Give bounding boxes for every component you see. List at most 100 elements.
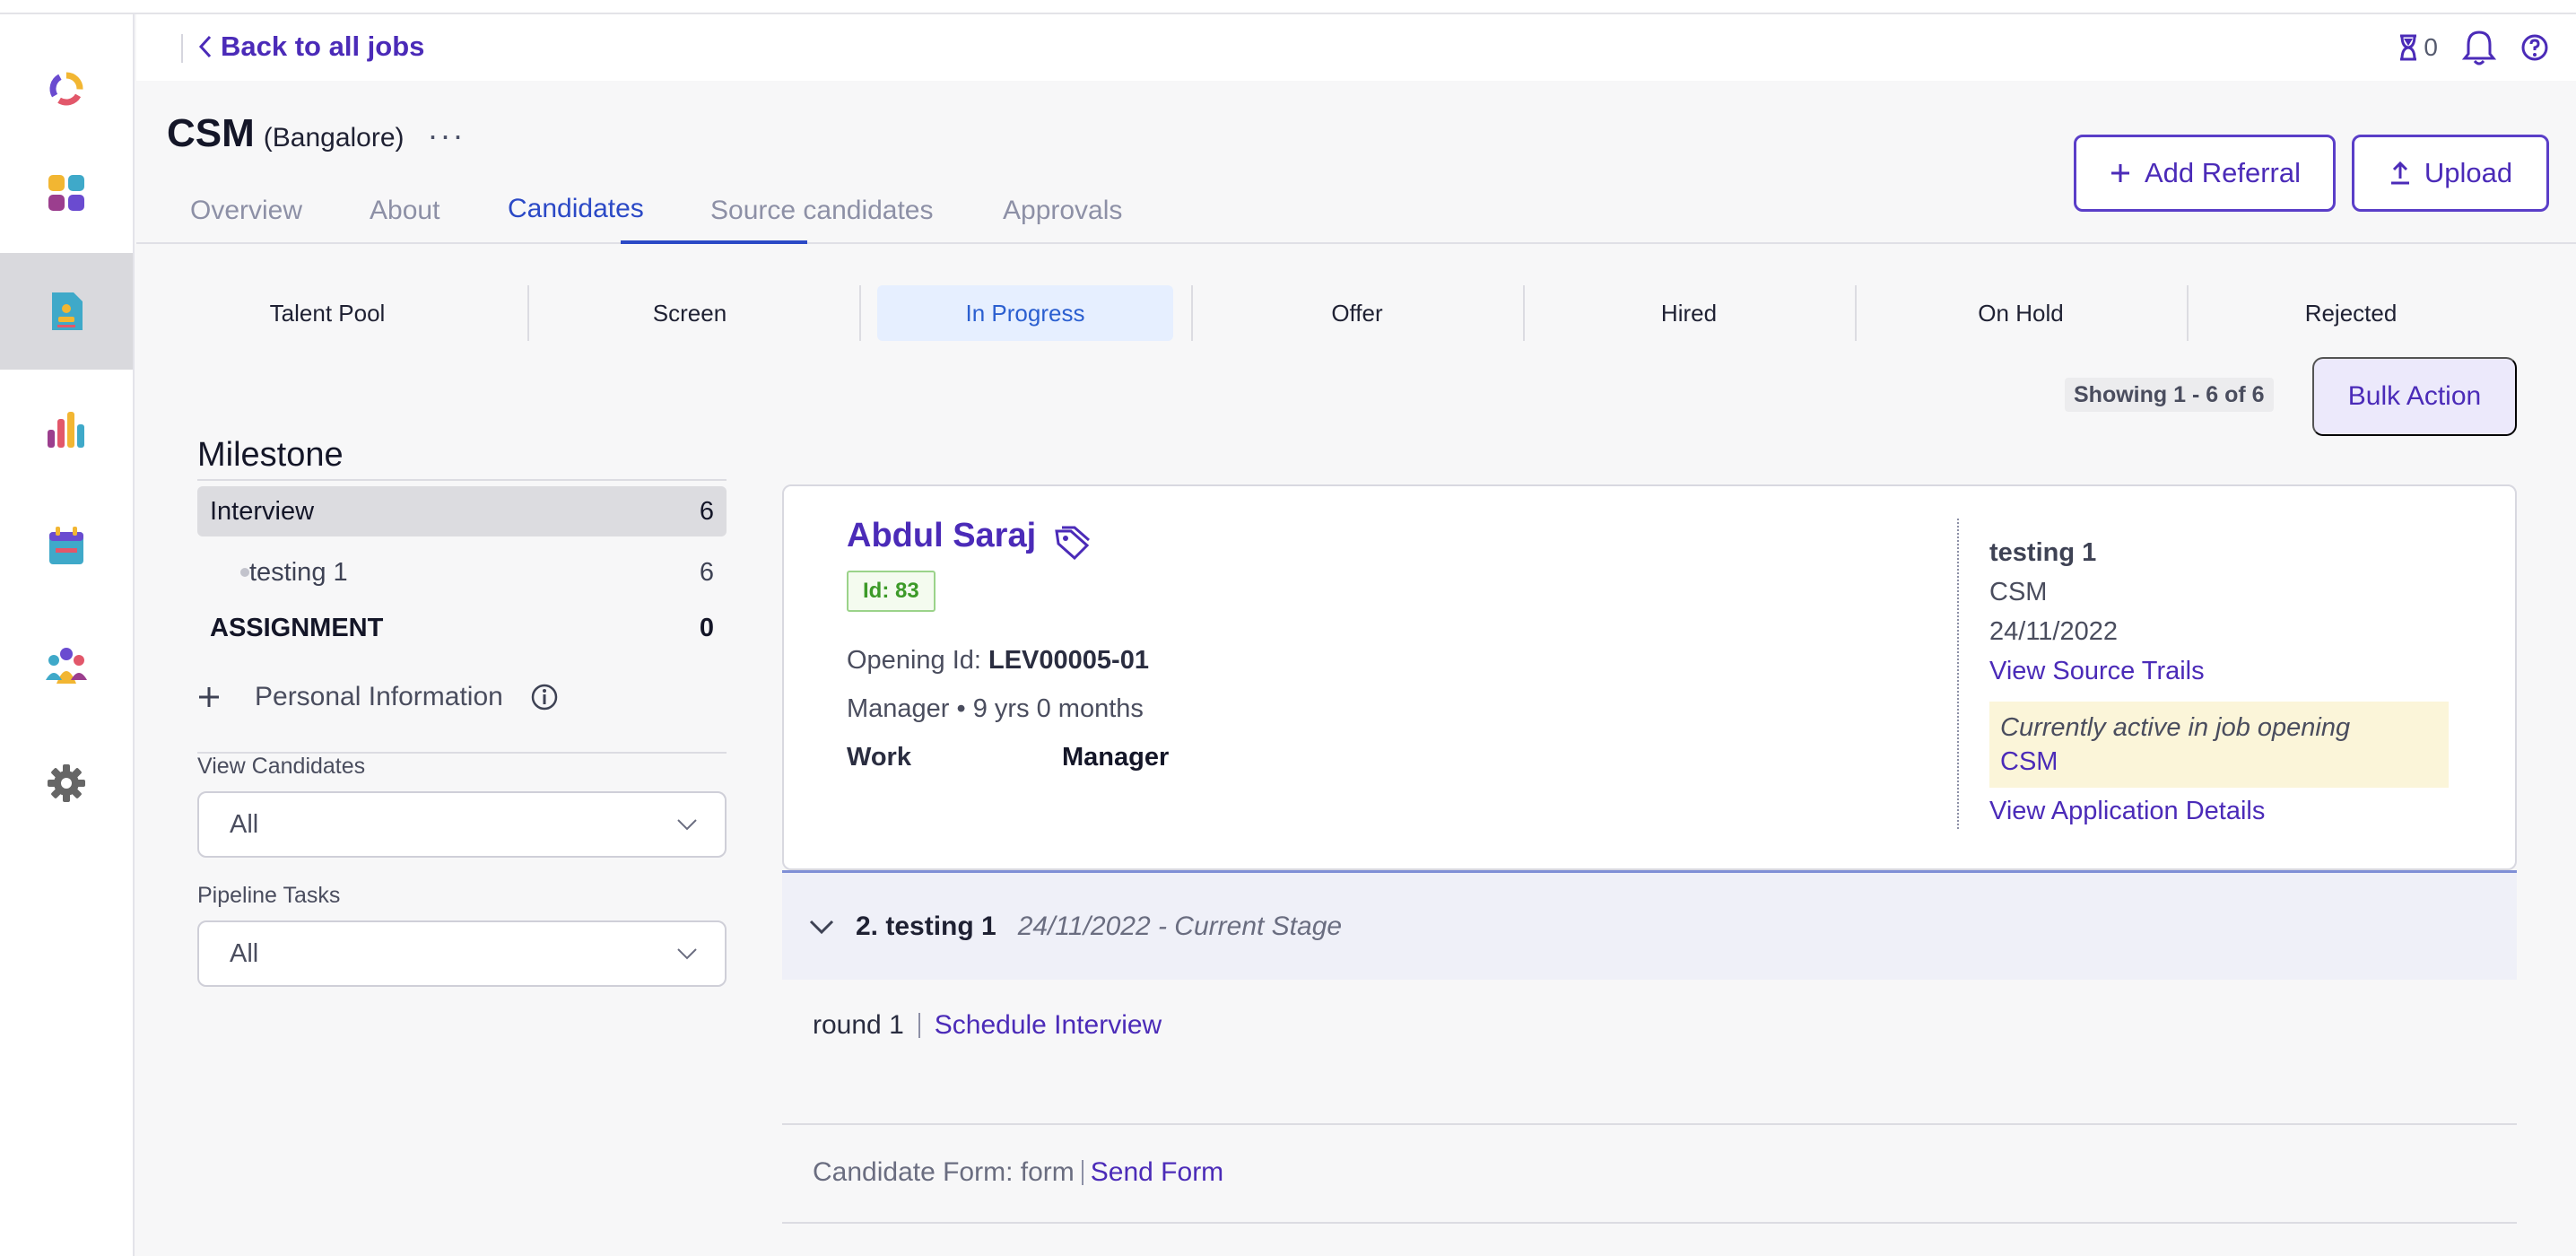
stage-divider xyxy=(1191,285,1193,341)
send-form-link[interactable]: Send Form xyxy=(1091,1157,1223,1188)
stage-detail-date: 24/11/2022 - Current Stage xyxy=(1017,911,1343,941)
job-location: (Bangalore) xyxy=(263,123,405,153)
candidate-card: Abdul Saraj Id: 83 Opening Id: LEV00005-… xyxy=(782,484,2517,870)
plus-icon xyxy=(199,687,219,707)
stage-in-progress[interactable]: In Progress xyxy=(877,285,1173,341)
stage-talent-pool[interactable]: Talent Pool xyxy=(179,285,475,341)
back-to-jobs-link[interactable]: Back to all jobs xyxy=(197,31,424,63)
active-job-note: Currently active in job opening CSM xyxy=(1989,702,2449,788)
window-top-border xyxy=(0,0,2576,14)
chevron-down-icon xyxy=(677,819,697,831)
stage-rejected[interactable]: Rejected xyxy=(2203,285,2499,341)
job-title-row: CSM (Bangalore) ··· xyxy=(167,111,466,156)
page-title: CSM xyxy=(167,111,255,155)
view-candidates-select[interactable]: All xyxy=(197,791,727,858)
interview-round-row: round 1 Schedule Interview xyxy=(813,1010,1162,1041)
bar-chart-icon[interactable] xyxy=(0,371,133,488)
section-divider xyxy=(782,1222,2517,1224)
opening-id-value: LEV00005-01 xyxy=(988,646,1149,675)
work-line: Work Manager xyxy=(847,743,1169,772)
bell-icon[interactable] xyxy=(2461,29,2497,66)
current-stage-name: testing 1 xyxy=(1989,538,2097,567)
milestone-item-count: 6 xyxy=(699,496,714,526)
view-source-trails-link[interactable]: View Source Trails xyxy=(1989,657,2205,686)
gear-icon[interactable] xyxy=(0,725,133,842)
stage-divider xyxy=(1523,285,1525,341)
logo-ring-icon[interactable] xyxy=(0,31,133,147)
dashboard-grid-icon[interactable] xyxy=(0,135,133,251)
opening-id-label: Opening Id: xyxy=(847,646,988,675)
active-job-note-text: Currently active in job opening xyxy=(2000,713,2351,742)
section-divider xyxy=(782,1123,2517,1125)
stage-detail-title: 2. testing 1 xyxy=(856,911,996,941)
chevron-left-icon xyxy=(198,35,212,58)
more-options-icon[interactable]: ··· xyxy=(428,117,466,154)
tab-source-candidates[interactable]: Source candidates xyxy=(710,196,934,226)
personal-information-label: Personal Information xyxy=(255,682,503,711)
results-count-badge: Showing 1 - 6 of 6 xyxy=(2065,378,2274,412)
view-candidates-label: View Candidates xyxy=(197,754,366,779)
tab-candidates[interactable]: Candidates xyxy=(508,194,644,224)
header-separator xyxy=(181,34,183,63)
active-job-link[interactable]: CSM xyxy=(2000,745,2438,779)
tag-icon[interactable] xyxy=(1053,526,1091,560)
candidate-form-label: Candidate Form: form xyxy=(813,1157,1075,1187)
work-value: Manager xyxy=(1062,743,1170,772)
stage-screen[interactable]: Screen xyxy=(542,285,838,341)
milestone-heading: Milestone xyxy=(197,436,344,474)
stage-divider xyxy=(527,285,529,341)
pipeline-tasks-select[interactable]: All xyxy=(197,920,727,987)
work-label: Work xyxy=(847,743,911,772)
info-icon[interactable] xyxy=(530,683,559,711)
candidate-experience: Manager • 9 yrs 0 months xyxy=(847,694,1144,723)
calendar-icon[interactable] xyxy=(0,488,133,605)
stage-on-hold[interactable]: On Hold xyxy=(1873,285,2169,341)
candidate-job: CSM xyxy=(1989,578,2048,606)
stage-detail-header[interactable]: 2. testing 1 24/11/2022 - Current Stage xyxy=(782,870,2517,980)
hourglass-icon xyxy=(2400,34,2417,61)
sidebar xyxy=(0,14,135,1256)
header-actions: 0 xyxy=(2398,29,2549,66)
milestone-item-label: testing 1 xyxy=(249,557,348,587)
candidate-date: 24/11/2022 xyxy=(1989,617,2118,646)
chevron-down-icon[interactable] xyxy=(809,919,834,935)
card-divider xyxy=(1957,519,1959,829)
stage-divider xyxy=(2187,285,2189,341)
milestone-divider xyxy=(197,479,727,481)
milestone-item-label: Interview xyxy=(210,496,315,526)
milestone-item-assignment[interactable]: ASSIGNMENT 0 xyxy=(197,603,727,653)
milestone-item-testing-1[interactable]: testing 1 6 xyxy=(197,547,727,597)
stage-divider xyxy=(859,285,861,341)
view-candidates-value: All xyxy=(230,809,259,839)
candidate-name-link[interactable]: Abdul Saraj xyxy=(847,517,1036,555)
stage-hired[interactable]: Hired xyxy=(1541,285,1837,341)
active-tab-indicator xyxy=(621,240,807,244)
tab-about[interactable]: About xyxy=(370,196,439,226)
candidate-form-row: Candidate Form: form Send Form xyxy=(813,1157,1223,1188)
help-icon[interactable] xyxy=(2520,33,2549,62)
chevron-down-icon xyxy=(677,948,697,960)
stage-divider xyxy=(1855,285,1857,341)
personal-information-toggle[interactable]: Personal Information xyxy=(197,682,559,712)
tab-overview[interactable]: Overview xyxy=(190,196,302,226)
bullet-dot-icon xyxy=(240,568,249,577)
round-label: round 1 xyxy=(813,1010,904,1040)
milestone-item-count: 0 xyxy=(699,613,714,642)
job-document-icon[interactable] xyxy=(0,253,133,370)
back-link-label: Back to all jobs xyxy=(221,31,425,62)
milestone-item-interview[interactable]: Interview 6 xyxy=(197,486,727,536)
bulk-action-button[interactable]: Bulk Action xyxy=(2312,357,2517,436)
view-application-details-link[interactable]: View Application Details xyxy=(1989,797,2265,826)
candidate-id-badge: Id: 83 xyxy=(847,571,936,612)
hourglass-counter[interactable]: 0 xyxy=(2398,33,2438,62)
schedule-interview-link[interactable]: Schedule Interview xyxy=(935,1010,1162,1041)
opening-id-line: Opening Id: LEV00005-01 xyxy=(847,646,1149,676)
team-icon[interactable] xyxy=(0,606,133,723)
stage-offer[interactable]: Offer xyxy=(1209,285,1505,341)
job-tabs: Overview About Candidates Source candida… xyxy=(136,179,2576,244)
pipeline-tasks-label: Pipeline Tasks xyxy=(197,883,341,908)
milestone-subitem: testing 1 xyxy=(210,558,348,588)
pipeline-tasks-value: All xyxy=(230,938,259,968)
separator-bar xyxy=(1081,1160,1083,1185)
tab-approvals[interactable]: Approvals xyxy=(1003,196,1122,226)
